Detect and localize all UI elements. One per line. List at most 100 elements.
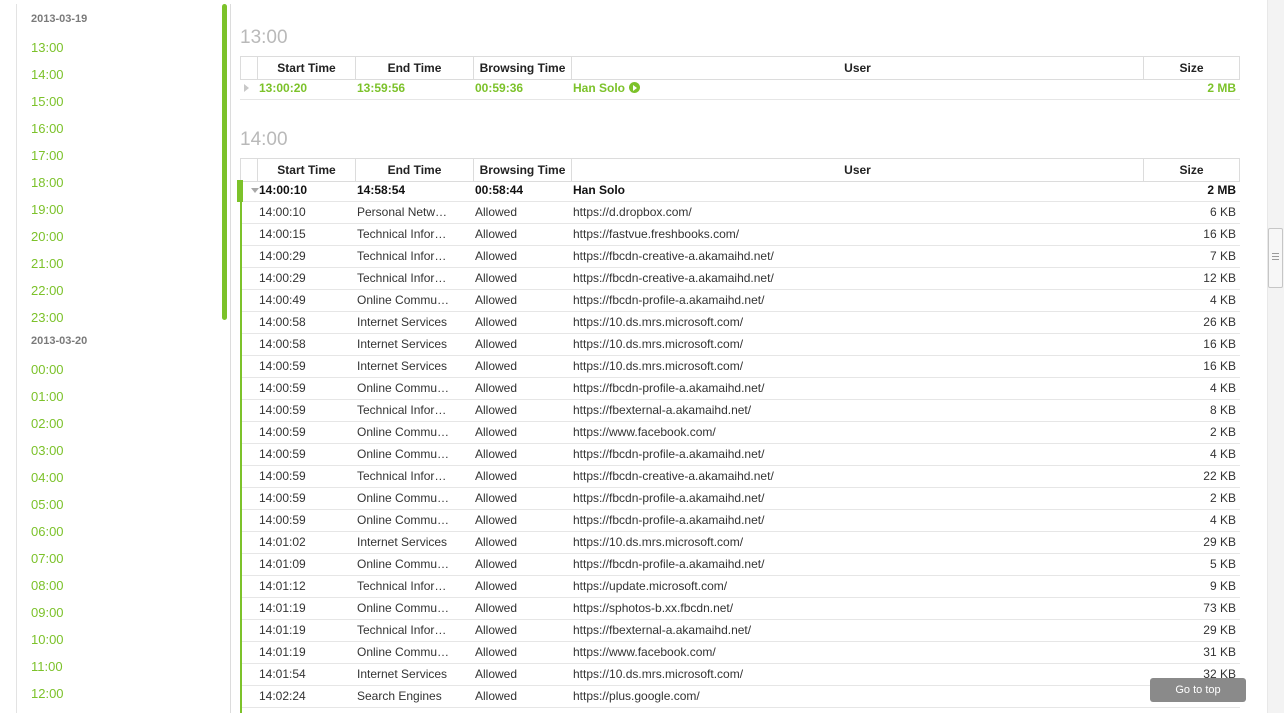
sidebar-scrollbar[interactable] [222, 4, 227, 320]
summary-user[interactable]: Han Solo [573, 180, 1133, 201]
sidebar-hour-link[interactable]: 09:00 [31, 605, 64, 620]
sidebar-hour-link[interactable]: 13:00 [31, 40, 64, 55]
play-circle-icon[interactable] [629, 82, 641, 93]
row-url[interactable]: https://fbexternal-a.akamaihd.net/ [573, 400, 1133, 421]
sidebar-hour-link[interactable]: 08:00 [31, 578, 64, 593]
sidebar-hour-link[interactable]: 07:00 [31, 551, 64, 566]
col-end-time[interactable]: End Time [355, 159, 473, 181]
summary-user[interactable]: Han Solo [573, 78, 1133, 99]
sidebar-hour-link[interactable]: 12:00 [31, 686, 64, 701]
row-url[interactable]: https://fastvue.freshbooks.com/ [573, 224, 1133, 245]
sidebar-hour-link[interactable]: 18:00 [31, 175, 64, 190]
row-url[interactable]: https://www.facebook.com/ [573, 422, 1133, 443]
row-url[interactable]: https://fbcdn-profile-a.akamaihd.net/ [573, 290, 1133, 311]
row-url[interactable]: https://www.facebook.com/ [573, 642, 1133, 663]
row-url[interactable]: https://fbcdn-creative-a.akamaihd.net/ [573, 246, 1133, 267]
table-row[interactable]: 14:01:12 Technical Infor… Allowed https://u… [240, 576, 1240, 598]
sidebar-hour-link[interactable]: 01:00 [31, 389, 64, 404]
col-user[interactable]: User [571, 159, 1143, 181]
page-scrollbar-thumb[interactable] [1268, 228, 1283, 288]
sidebar-hour-link[interactable]: 17:00 [31, 148, 64, 163]
row-status: Allowed [475, 359, 518, 373]
table-row[interactable]: 14:00:10 Personal Netw… Allowed https://d.d… [240, 202, 1240, 224]
sidebar-hour-link[interactable]: 21:00 [31, 256, 64, 271]
col-size[interactable]: Size [1143, 57, 1239, 79]
row-time: 14:01:54 [259, 667, 306, 681]
row-url[interactable]: https://10.ds.mrs.microsoft.com/ [573, 312, 1133, 333]
table-row[interactable]: 14:01:02 Internet Services Allowed https://… [240, 532, 1240, 554]
sidebar-hour-link[interactable]: 03:00 [31, 443, 64, 458]
table-row[interactable]: 14:00:29 Technical Infor… Allowed https://f… [240, 268, 1240, 290]
table-row[interactable]: 14:00:29 Technical Infor… Allowed https://f… [240, 246, 1240, 268]
sidebar-hour-link[interactable]: 16:00 [31, 121, 64, 136]
col-start-time[interactable]: Start Time [257, 159, 355, 181]
table-row[interactable]: 14:01:54 Internet Services Allowed https://… [240, 664, 1240, 686]
row-category: Online Commu… [357, 447, 450, 461]
summary-row[interactable]: 14:00:10 14:58:54 00:58:44 Han Solo 2 MB [240, 180, 1240, 202]
go-to-top-button[interactable]: Go to top [1150, 678, 1246, 702]
col-start-time[interactable]: Start Time [257, 57, 355, 79]
row-url[interactable]: https://fbcdn-creative-a.akamaihd.net/ [573, 268, 1133, 289]
sidebar-hour-link[interactable]: 14:00 [31, 67, 64, 82]
col-size[interactable]: Size [1143, 159, 1239, 181]
sidebar-hour-link[interactable]: 00:00 [31, 362, 64, 377]
row-url[interactable]: https://fbcdn-profile-a.akamaihd.net/ [573, 378, 1133, 399]
row-url[interactable]: https://d.dropbox.com/ [573, 202, 1133, 223]
sidebar-hour-link[interactable]: 02:00 [31, 416, 64, 431]
row-url[interactable]: https://fbcdn-profile-a.akamaihd.net/ [573, 488, 1133, 509]
row-url[interactable]: https://fbcdn-profile-a.akamaihd.net/ [573, 510, 1133, 531]
row-time: 14:00:29 [259, 249, 306, 263]
row-status: Allowed [475, 667, 518, 681]
row-url[interactable]: https://update.microsoft.com/ [573, 576, 1133, 597]
table-row[interactable]: 14:00:59 Online Commu… Allowed https://fbcd… [240, 378, 1240, 400]
summary-end: 13:59:56 [357, 81, 406, 95]
row-url[interactable]: https://plus.google.com/ [573, 686, 1133, 707]
col-browsing-time[interactable]: Browsing Time [473, 57, 571, 79]
col-browsing-time[interactable]: Browsing Time [473, 159, 571, 181]
collapse-arrow-icon[interactable] [251, 188, 259, 193]
row-status: Allowed [475, 381, 518, 395]
table-row[interactable]: 14:01:19 Online Commu… Allowed https://www.… [240, 642, 1240, 664]
sidebar-hour-link[interactable]: 06:00 [31, 524, 64, 539]
row-url[interactable]: https://10.ds.mrs.microsoft.com/ [573, 334, 1133, 355]
row-url[interactable]: https://fbexternal-a.akamaihd.net/ [573, 620, 1133, 641]
table-row[interactable]: 14:00:58 Internet Services Allowed https://… [240, 334, 1240, 356]
sidebar-hour-link[interactable]: 22:00 [31, 283, 64, 298]
sidebar-hour-link[interactable]: 10:00 [31, 632, 64, 647]
table-row[interactable]: 14:00:59 Internet Services Allowed https://… [240, 356, 1240, 378]
table-row[interactable]: 14:00:59 Online Commu… Allowed https://www.… [240, 422, 1240, 444]
page-scrollbar-track[interactable] [1267, 0, 1284, 713]
summary-row[interactable]: 13:00:20 13:59:56 00:59:36 Han Solo 2 MB [240, 78, 1240, 100]
table-row[interactable]: 14:00:58 Internet Services Allowed https://… [240, 312, 1240, 334]
table-row[interactable]: 14:00:59 Technical Infor… Allowed https://f… [240, 466, 1240, 488]
table-row[interactable]: 14:00:59 Online Commu… Allowed https://fbcd… [240, 444, 1240, 466]
table-row[interactable]: 14:01:19 Technical Infor… Allowed https://f… [240, 620, 1240, 642]
row-time: 14:00:59 [259, 403, 306, 417]
sidebar-hour-link[interactable]: 04:00 [31, 470, 64, 485]
sidebar-hour-link[interactable]: 20:00 [31, 229, 64, 244]
table-row[interactable]: 14:00:59 Technical Infor… Allowed https://f… [240, 400, 1240, 422]
sidebar-hour-link[interactable]: 11:00 [31, 659, 63, 674]
row-url[interactable]: https://10.ds.mrs.microsoft.com/ [573, 664, 1133, 685]
table-row[interactable]: 14:00:15 Technical Infor… Allowed https://f… [240, 224, 1240, 246]
row-url[interactable]: https://fbcdn-creative-a.akamaihd.net/ [573, 466, 1133, 487]
row-url[interactable]: https://fbcdn-profile-a.akamaihd.net/ [573, 554, 1133, 575]
sidebar-hour-link[interactable]: 19:00 [31, 202, 64, 217]
table-row[interactable]: 14:00:59 Online Commu… Allowed https://fbcd… [240, 488, 1240, 510]
sidebar-hour-link[interactable]: 15:00 [31, 94, 64, 109]
sidebar-hour-link[interactable]: 05:00 [31, 497, 64, 512]
table-row[interactable]: 14:01:19 Online Commu… Allowed https://spho… [240, 598, 1240, 620]
sidebar-hour-link[interactable]: 23:00 [31, 310, 64, 325]
table-row[interactable]: 14:02:24 Search Engines Allowed https://plu… [240, 686, 1240, 708]
col-end-time[interactable]: End Time [355, 57, 473, 79]
row-size: 73 KB [1203, 601, 1236, 615]
row-url[interactable]: https://fbcdn-profile-a.akamaihd.net/ [573, 444, 1133, 465]
col-user[interactable]: User [571, 57, 1143, 79]
table-row[interactable]: 14:00:49 Online Commu… Allowed https://fbcd… [240, 290, 1240, 312]
row-url[interactable]: https://sphotos-b.xx.fbcdn.net/ [573, 598, 1133, 619]
row-url[interactable]: https://10.ds.mrs.microsoft.com/ [573, 532, 1133, 553]
expand-arrow-icon[interactable] [244, 84, 249, 92]
table-row[interactable]: 14:00:59 Online Commu… Allowed https://fbcd… [240, 510, 1240, 532]
table-row[interactable]: 14:01:09 Online Commu… Allowed https://fbcd… [240, 554, 1240, 576]
row-url[interactable]: https://10.ds.mrs.microsoft.com/ [573, 356, 1133, 377]
